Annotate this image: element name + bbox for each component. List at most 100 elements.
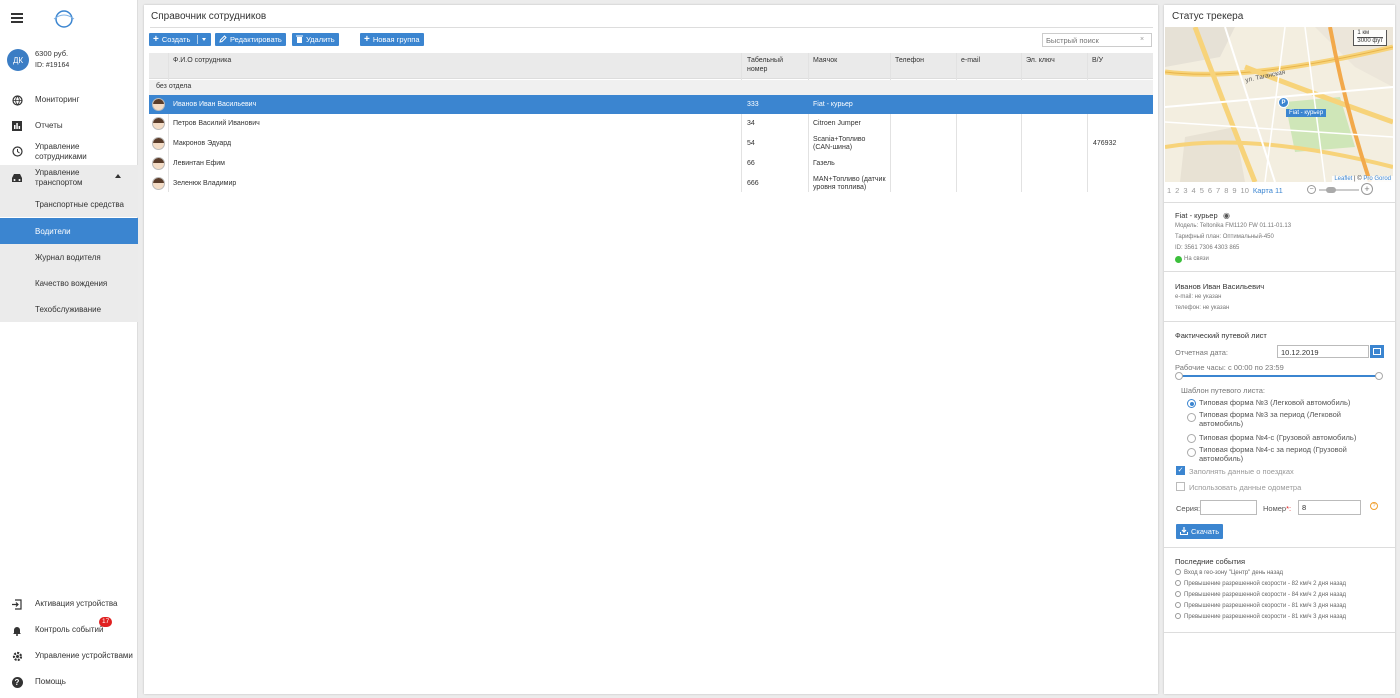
zoom-slider-handle[interactable]	[1326, 187, 1336, 193]
new-group-button[interactable]: + Новая группа	[360, 33, 424, 46]
pro-gorod-link[interactable]: Pro Gorod	[1363, 176, 1391, 182]
col-phone[interactable]: Телефон	[895, 57, 924, 66]
create-button[interactable]: + Создать	[149, 33, 211, 46]
device-tariff: Тарифный план: Оптимальный-450	[1175, 234, 1274, 240]
clear-search-icon[interactable]: ×	[1140, 36, 1144, 43]
menu-icon[interactable]	[11, 13, 23, 23]
nav-sub-driver-log-label: Журнал водителя	[35, 253, 101, 262]
event-item[interactable]: Превышение разрешенной скорости - 81 км/…	[1175, 613, 1346, 620]
zoom-slider[interactable]	[1319, 189, 1359, 191]
template-radio-1[interactable]	[1187, 399, 1196, 408]
page-7[interactable]: 7	[1216, 186, 1220, 195]
delete-button[interactable]: Удалить	[292, 33, 339, 46]
template-radio-2[interactable]	[1187, 413, 1196, 422]
nav-sub-vehicles[interactable]: Транспортные средства	[0, 191, 138, 217]
nav-devices[interactable]: Управление устройствами	[0, 649, 138, 663]
nav-sub-drivers[interactable]: Водители	[0, 218, 138, 244]
work-hours-slider[interactable]	[1179, 375, 1379, 377]
col-name[interactable]: Ф.И.О сотрудника	[173, 57, 231, 66]
download-button[interactable]: Скачать	[1176, 524, 1224, 539]
calendar-icon[interactable]	[1370, 345, 1384, 358]
download-button-label: Скачать	[1191, 527, 1220, 536]
nav-sub-driver-log[interactable]: Журнал водителя	[0, 244, 138, 270]
cell-tracker: Fiat - курьер	[813, 100, 853, 108]
table-row[interactable]: Зеленюк Владимир 666 MAN+Топливо (датчик…	[149, 173, 1153, 194]
template-radio-4[interactable]	[1187, 448, 1196, 457]
event-item[interactable]: Превышение разрешенной скорости - 81 км/…	[1175, 602, 1346, 609]
table-row[interactable]: Иванов Иван Васильевич 333 Fiat - курьер	[149, 95, 1153, 114]
company-logo[interactable]	[50, 8, 78, 30]
report-date-input[interactable]: 10.12.2019	[1277, 345, 1369, 358]
zoom-out-icon[interactable]: −	[1307, 185, 1316, 194]
page-8[interactable]: 8	[1224, 186, 1228, 195]
nav-events[interactable]: Контроль событий 17	[0, 617, 138, 637]
nav-transport[interactable]: Управление транспортом	[0, 165, 138, 191]
page-5[interactable]: 5	[1200, 186, 1204, 195]
event-item[interactable]: Превышение разрешенной скорости - 82 км/…	[1175, 580, 1346, 587]
event-item[interactable]: Вход в гео-зону "Центр" день назад	[1175, 569, 1283, 576]
page-4[interactable]: 4	[1192, 186, 1196, 195]
number-input[interactable]: 8	[1298, 500, 1361, 515]
number-label: Номер*:	[1263, 504, 1292, 513]
table-row[interactable]: Левинтан Ефим 66 Газель	[149, 154, 1153, 173]
slider-handle-start[interactable]	[1175, 372, 1183, 380]
avatar[interactable]: ДК	[7, 49, 29, 71]
nav-activation[interactable]: Активация устройства	[0, 597, 138, 611]
nav-help[interactable]: ? Помощь	[0, 675, 138, 689]
nav-sub-driving-quality[interactable]: Качество вождения	[0, 270, 138, 296]
map-scale: 1 км 3000 фут	[1353, 30, 1387, 46]
edit-button[interactable]: Редактировать	[215, 33, 286, 46]
leaflet-link[interactable]: Leaflet	[1334, 176, 1352, 182]
nav-sub-maintenance-label: Техобслуживание	[35, 305, 102, 314]
fill-trips-checkbox[interactable]: ✓	[1176, 466, 1185, 475]
chevron-down-icon[interactable]	[202, 38, 206, 41]
cell-tracker: Газель	[813, 159, 835, 167]
page-3[interactable]: 3	[1183, 186, 1187, 195]
template-radio-3[interactable]	[1187, 434, 1196, 443]
page-2[interactable]: 2	[1175, 186, 1179, 195]
page-6[interactable]: 6	[1208, 186, 1212, 195]
cell-name: Петров Василий Иванович	[173, 119, 260, 127]
table-row[interactable]: Макронов Эдуард 54 Scania+Топливо (CAN-ш…	[149, 133, 1153, 154]
info-icon[interactable]: ?	[1370, 502, 1378, 510]
chart-icon	[11, 120, 23, 132]
table-row[interactable]: Петров Василий Иванович 34 Citroen Jumpe…	[149, 114, 1153, 133]
nav-employees[interactable]: Управление сотрудниками	[0, 142, 138, 164]
series-input[interactable]	[1200, 500, 1257, 515]
col-license[interactable]: В/У	[1092, 57, 1103, 66]
eye-icon[interactable]: ◉	[1223, 211, 1230, 220]
event-item[interactable]: Превышение разрешенной скорости - 84 км/…	[1175, 591, 1346, 598]
slider-handle-end[interactable]	[1375, 372, 1383, 380]
vehicle-marker-label[interactable]: Fiat - курьер	[1286, 109, 1327, 117]
bell-icon	[11, 624, 23, 636]
cell-number: 333	[747, 100, 759, 108]
account-balance: 6300 руб.	[35, 49, 69, 58]
nav-reports[interactable]: Отчеты	[0, 118, 138, 134]
vehicle-marker-icon[interactable]: P	[1278, 97, 1289, 108]
page-9[interactable]: 9	[1232, 186, 1236, 195]
map-pager: 1 2 3 4 5 6 7 8 9 10 Карта 11	[1167, 186, 1287, 195]
col-number[interactable]: Табельный номер	[747, 57, 797, 74]
odometer-checkbox[interactable]	[1176, 482, 1185, 491]
page-10[interactable]: 10	[1241, 186, 1249, 195]
col-tracker[interactable]: Маячок	[813, 57, 837, 66]
current-map[interactable]: Карта 11	[1253, 186, 1283, 195]
nav-monitoring[interactable]: Мониторинг	[0, 92, 138, 108]
nav-sub-maintenance[interactable]: Техобслуживание	[0, 296, 138, 322]
events-title: Последние события	[1175, 557, 1246, 566]
col-email[interactable]: e-mail	[961, 57, 980, 66]
zoom-in-icon[interactable]: +	[1361, 183, 1373, 195]
map[interactable]: ул. Таганская 1 км 3000 фут P Fiat - курь…	[1165, 27, 1393, 182]
cell-number: 66	[747, 159, 755, 167]
plus-icon: +	[364, 33, 370, 45]
nav-reports-label: Отчеты	[35, 121, 63, 130]
chevron-up-icon[interactable]	[115, 174, 121, 178]
nav-events-label: Контроль событий	[35, 625, 104, 634]
nav-sub-driving-quality-label: Качество вождения	[35, 279, 108, 288]
col-key[interactable]: Эл. ключ	[1026, 57, 1055, 66]
quick-search-input[interactable]	[1042, 33, 1152, 47]
page-1[interactable]: 1	[1167, 186, 1171, 195]
group-row[interactable]: без отдела	[149, 80, 1153, 95]
sidebar: ДК 6300 руб. ID: #19164 Мониторинг Отчет…	[0, 0, 138, 698]
globe-icon	[11, 94, 23, 106]
